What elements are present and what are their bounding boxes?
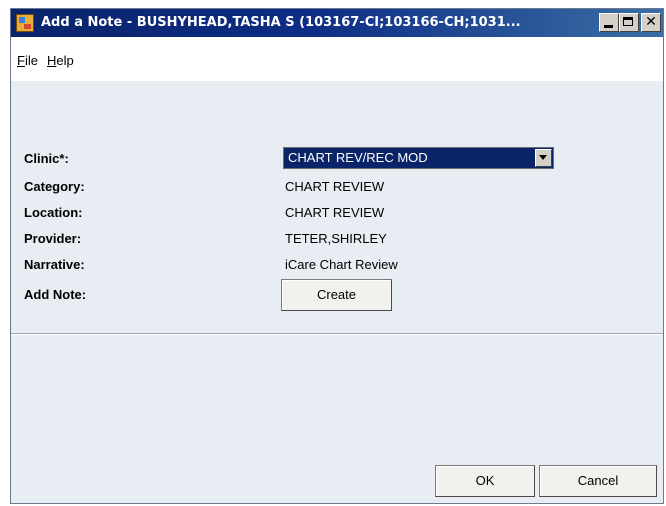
clinic-label: Clinic*:: [24, 151, 69, 166]
maximize-button[interactable]: [619, 13, 639, 32]
close-icon: ✕: [645, 14, 657, 30]
divider: [11, 333, 663, 335]
menu-help-label: elp: [56, 53, 74, 68]
clinic-selected-value: CHART REV/REC MOD: [288, 150, 428, 165]
minimize-button[interactable]: [599, 13, 619, 32]
narrative-value: iCare Chart Review: [285, 257, 398, 272]
location-value: CHART REVIEW: [285, 205, 385, 220]
window-title: Add a Note - BUSHYHEAD,TASHA S (103167-C…: [41, 15, 521, 30]
menu-file-label: ile: [24, 53, 38, 68]
chevron-down-icon: [539, 155, 547, 160]
menu-file-mnemonic: F: [17, 53, 25, 68]
clinic-dropdown-button[interactable]: [535, 149, 552, 167]
menu-bar: File Help: [11, 37, 663, 73]
create-button[interactable]: Create: [281, 279, 392, 311]
narrative-label: Narrative:: [24, 257, 85, 272]
menu-file[interactable]: File: [17, 53, 38, 68]
menu-help[interactable]: Help: [47, 53, 74, 68]
clinic-select[interactable]: CHART REV/REC MOD: [283, 147, 554, 169]
form-panel: Clinic*: CHART REV/REC MOD Category: CHA…: [11, 81, 663, 503]
category-value: CHART REVIEW: [285, 179, 385, 194]
cancel-button[interactable]: Cancel: [539, 465, 657, 497]
add-note-window: Add a Note - BUSHYHEAD,TASHA S (103167-C…: [10, 8, 664, 504]
category-label: Category:: [24, 179, 85, 194]
title-bar[interactable]: Add a Note - BUSHYHEAD,TASHA S (103167-C…: [11, 9, 663, 37]
maximize-icon: [623, 17, 633, 26]
minimize-icon: [604, 25, 613, 28]
provider-value: TETER,SHIRLEY: [285, 231, 387, 246]
close-button[interactable]: ✕: [641, 13, 661, 32]
location-label: Location:: [24, 205, 83, 220]
add-note-label: Add Note:: [24, 287, 87, 302]
menu-help-mnemonic: H: [47, 53, 57, 68]
app-icon[interactable]: [16, 14, 34, 32]
ok-button[interactable]: OK: [435, 465, 535, 497]
provider-label: Provider:: [24, 231, 82, 246]
